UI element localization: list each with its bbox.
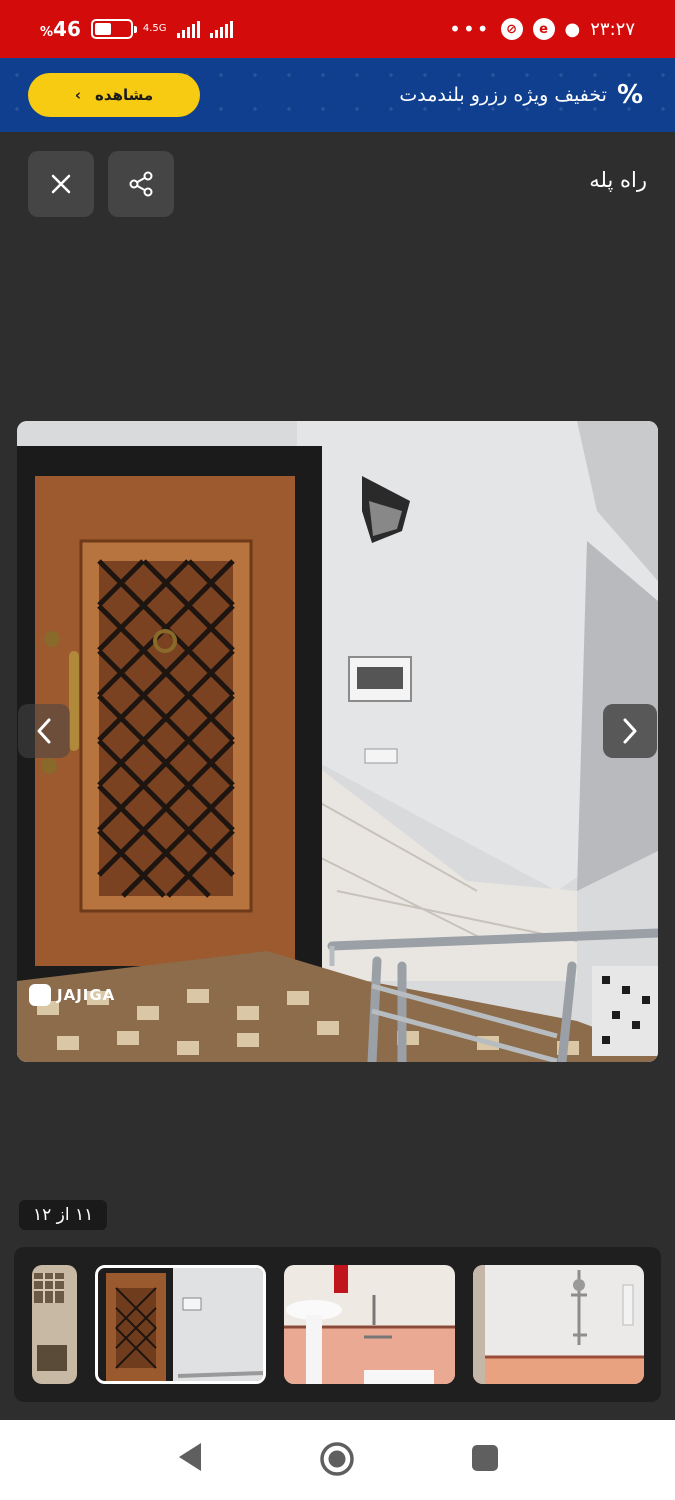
home-nav-icon[interactable] [318,1440,356,1478]
status-left: %46 4.5G [40,17,233,41]
view-button[interactable]: مشاهده › [28,73,200,117]
thumbnail-bathroom-sink[interactable] [284,1265,455,1384]
thumbnail-image [32,1265,77,1384]
system-navigation-bar [0,1420,675,1500]
view-button-label: مشاهده [95,86,154,104]
chevron-left-icon [37,718,51,744]
battery-sign: % [40,25,54,40]
promo-text: تخفیف ویژه رزرو بلندمدت [399,84,607,106]
watermark-text: JAJIGA [57,986,116,1004]
browser-notification-icon: e [532,18,555,40]
recents-nav-icon[interactable] [472,1445,498,1471]
share-button[interactable] [108,151,174,217]
signal-2-icon [209,20,233,38]
gallery-photo[interactable]: JAJIGA [17,421,658,1062]
watermark: JAJIGA [29,984,115,1006]
page-title: راه پله [589,168,647,192]
promo-banner[interactable]: مشاهده › % تخفیف ویژه رزرو بلندمدت [0,58,675,132]
battery-fill [94,23,111,35]
chevron-left-icon: › [74,86,82,104]
close-button[interactable] [28,151,94,217]
more-dots-icon: ••• [449,17,491,41]
battery-percent: %46 [40,17,81,41]
thumbnail-building-exterior[interactable] [32,1265,77,1384]
thumbnail-image [98,1268,263,1381]
app-notification-icon: ⊘ [500,18,523,40]
thumbnail-shower[interactable] [473,1265,644,1384]
watermark-logo-icon [29,984,51,1006]
thumbnail-image [284,1265,455,1384]
staircase-photo [17,421,658,1062]
photo-counter: ۱۱ از ۱۲ [19,1200,108,1230]
next-photo-button[interactable] [603,704,657,758]
thumbnail-staircase-door[interactable] [95,1265,266,1384]
share-icon [129,171,153,197]
percent-icon: % [616,80,643,110]
chevron-right-icon [623,718,637,744]
network-type: 4.5G [142,23,167,34]
clock: ۲۳:۲۷ [590,18,635,40]
status-right: ••• ⊘ e ● ۲۳:۲۷ [449,18,635,40]
back-nav-icon[interactable] [175,1440,205,1474]
battery-value: 46 [53,17,81,41]
message-icon: ● [564,18,581,40]
close-icon [51,174,71,194]
previous-photo-button[interactable] [18,704,70,758]
thumbnail-strip[interactable] [14,1247,661,1402]
thumbnail-image [473,1265,644,1384]
signal-icon [176,20,200,38]
battery-icon [90,19,137,39]
promo-text-wrap: % تخفیف ویژه رزرو بلندمدت [399,80,643,110]
status-bar: %46 4.5G ••• ⊘ e ● ۲۳:۲۷ [0,0,675,58]
